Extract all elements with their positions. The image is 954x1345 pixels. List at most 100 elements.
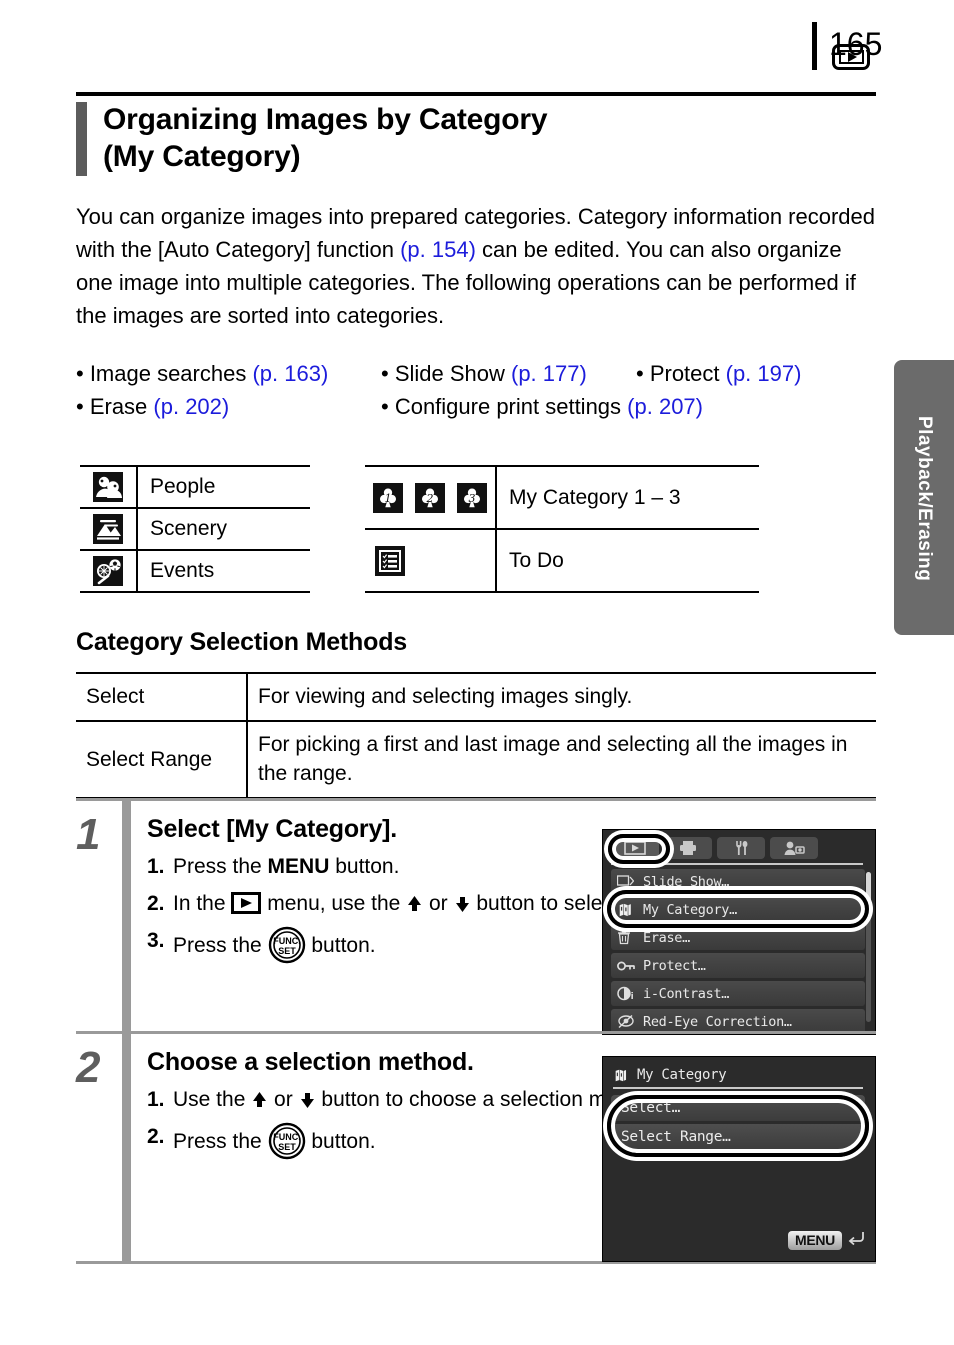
func-set-button-icon: FUNC. SET bbox=[268, 1122, 306, 1160]
step-accent-bar bbox=[122, 801, 131, 1031]
events-icon bbox=[80, 550, 138, 593]
step-number: 2 bbox=[76, 1043, 101, 1092]
list-item: • Image searches (p. 163) bbox=[76, 357, 381, 390]
my-category-2-icon: 2 bbox=[415, 482, 445, 513]
i-contrast-icon: i bbox=[617, 986, 643, 1001]
page-title-line-2: (My Category) bbox=[103, 139, 301, 173]
menu-chip-label: MENU bbox=[787, 1230, 842, 1250]
table-row: People bbox=[80, 465, 310, 509]
func-set-button-icon: FUNC. SET bbox=[268, 926, 306, 964]
table-row: To Do bbox=[365, 529, 759, 593]
red-eye-correction-icon bbox=[617, 1014, 643, 1029]
menu-button-label: MENU bbox=[267, 855, 330, 878]
menu-item-label: Red-Eye Correction… bbox=[643, 1013, 792, 1030]
list-item: • Protect (p. 197) bbox=[636, 357, 866, 390]
return-arrow-icon bbox=[847, 1230, 865, 1250]
title-divider bbox=[76, 92, 876, 96]
menu-item-i-contrast[interactable]: i i-Contrast… bbox=[611, 981, 865, 1006]
method-description: For picking a first and last image and s… bbox=[247, 721, 876, 800]
substep-number: 3. bbox=[147, 928, 165, 952]
step-2: 2 Choose a selection method. 1. Use the … bbox=[76, 1031, 876, 1264]
svg-text:2: 2 bbox=[426, 492, 434, 505]
screen-title: My Category bbox=[603, 1057, 875, 1087]
substep-text-part: Press the bbox=[173, 855, 268, 878]
settings-tab[interactable] bbox=[717, 837, 765, 859]
bullet-row: • Erase (p. 202) • Configure print setti… bbox=[76, 390, 876, 423]
bullet-label: • Configure print settings bbox=[381, 394, 628, 420]
procedure-steps: 1 Select [My Category]. 1. Press the MEN… bbox=[76, 798, 876, 1264]
camera-screen-my-category: My Category Select… Select Range… MENU bbox=[602, 1056, 876, 1262]
title-accent-bar bbox=[76, 102, 87, 176]
legend-label: Events bbox=[137, 550, 310, 593]
menu-return-badge: MENU bbox=[787, 1230, 865, 1250]
page-ref-177: (p. 177) bbox=[511, 361, 587, 386]
page-ref-163: (p. 163) bbox=[252, 361, 329, 386]
my-menu-tab[interactable] bbox=[770, 837, 818, 859]
arrow-up-icon bbox=[251, 1088, 268, 1107]
substep-number: 1. bbox=[147, 1088, 165, 1111]
my-category-3-icon: 3 bbox=[456, 482, 487, 513]
feature-bullet-list: • Image searches (p. 163) • Slide Show (… bbox=[76, 357, 876, 424]
page-ref-197: (p. 197) bbox=[725, 361, 802, 386]
my-category-icon bbox=[613, 1068, 637, 1083]
step-number: 1 bbox=[76, 810, 101, 859]
scenery-icon bbox=[80, 508, 138, 551]
section-tab-playback-erasing: Playback/Erasing bbox=[894, 360, 954, 635]
legend-table-left: People Scenery Events bbox=[80, 465, 310, 593]
bullet-label: • Erase bbox=[76, 394, 154, 420]
table-row: 1 2 3 My Category 1 – 3 bbox=[365, 465, 759, 530]
page-ref-154: (p. 154) bbox=[400, 237, 476, 262]
legend-label: People bbox=[137, 465, 310, 509]
svg-text:3: 3 bbox=[468, 492, 475, 505]
arrow-down-icon bbox=[454, 892, 471, 912]
menu-item-select[interactable]: Select… bbox=[611, 1095, 865, 1121]
menu-item-protect[interactable]: Protect… bbox=[611, 953, 865, 978]
list-item: • Erase (p. 202) bbox=[76, 390, 381, 423]
playback-tab[interactable] bbox=[611, 837, 659, 859]
step-accent-bar bbox=[122, 1034, 131, 1261]
bullet-label: • Image searches bbox=[76, 361, 253, 386]
menu-item-select-range[interactable]: Select Range… bbox=[611, 1124, 865, 1150]
print-tab[interactable] bbox=[664, 837, 712, 859]
my-category-1-icon: 1 bbox=[373, 482, 404, 513]
camera-screen-playback-menu: Slide Show… My Category… Erase… Protect… bbox=[602, 829, 876, 1035]
menu-item-my-category[interactable]: My Category… bbox=[611, 897, 865, 922]
substep-number: 2. bbox=[147, 891, 165, 915]
scrollbar[interactable] bbox=[866, 872, 871, 1022]
to-do-icon bbox=[365, 529, 497, 593]
people-icon bbox=[80, 465, 138, 509]
method-description: For viewing and selecting images singly. bbox=[247, 671, 876, 723]
section-heading: Category Selection Methods bbox=[76, 628, 407, 656]
svg-text:FUNC.: FUNC. bbox=[273, 1132, 301, 1142]
substep-text-part: or bbox=[268, 1088, 299, 1111]
my-category-1-2-3-icon: 1 2 3 bbox=[365, 465, 497, 530]
substep-text-part: or bbox=[423, 891, 454, 915]
step-1: 1 Select [My Category]. 1. Press the MEN… bbox=[76, 798, 876, 1035]
menu-item-slide-show[interactable]: Slide Show… bbox=[611, 869, 865, 894]
my-category-icon bbox=[617, 902, 643, 918]
svg-text:i: i bbox=[631, 992, 634, 1001]
table-row: Select Range For picking a first and las… bbox=[76, 721, 876, 800]
screen-title-label: My Category bbox=[637, 1067, 727, 1083]
menu-item-label: Select Range… bbox=[621, 1129, 731, 1145]
menu-item-label: Slide Show… bbox=[643, 873, 730, 890]
scrollbar-thumb[interactable] bbox=[866, 872, 871, 918]
table-row: Scenery bbox=[80, 508, 310, 551]
page-ref-207: (p. 207) bbox=[627, 394, 703, 420]
playback-menu-icon bbox=[231, 891, 262, 914]
arrow-down-icon bbox=[299, 1088, 316, 1108]
arrow-up-icon bbox=[406, 892, 423, 911]
substep-text-part: button. bbox=[305, 933, 376, 957]
menu-item-label: Protect… bbox=[643, 957, 706, 974]
page-title-block: Organizing Images by Category (My Catego… bbox=[76, 102, 876, 184]
page-number-rule bbox=[812, 22, 817, 70]
bullet-label: • Protect bbox=[636, 361, 726, 386]
menu-item-erase[interactable]: Erase… bbox=[611, 925, 865, 950]
substep-text-part: menu, use the bbox=[261, 891, 407, 915]
substep-text-part: Press the bbox=[173, 1129, 268, 1153]
substep-text-part: In the bbox=[173, 891, 232, 915]
bullet-label: • Slide Show bbox=[381, 361, 511, 386]
playback-icon bbox=[832, 44, 870, 70]
substep-number: 2. bbox=[147, 1124, 165, 1148]
method-name: Select Range bbox=[76, 721, 248, 800]
